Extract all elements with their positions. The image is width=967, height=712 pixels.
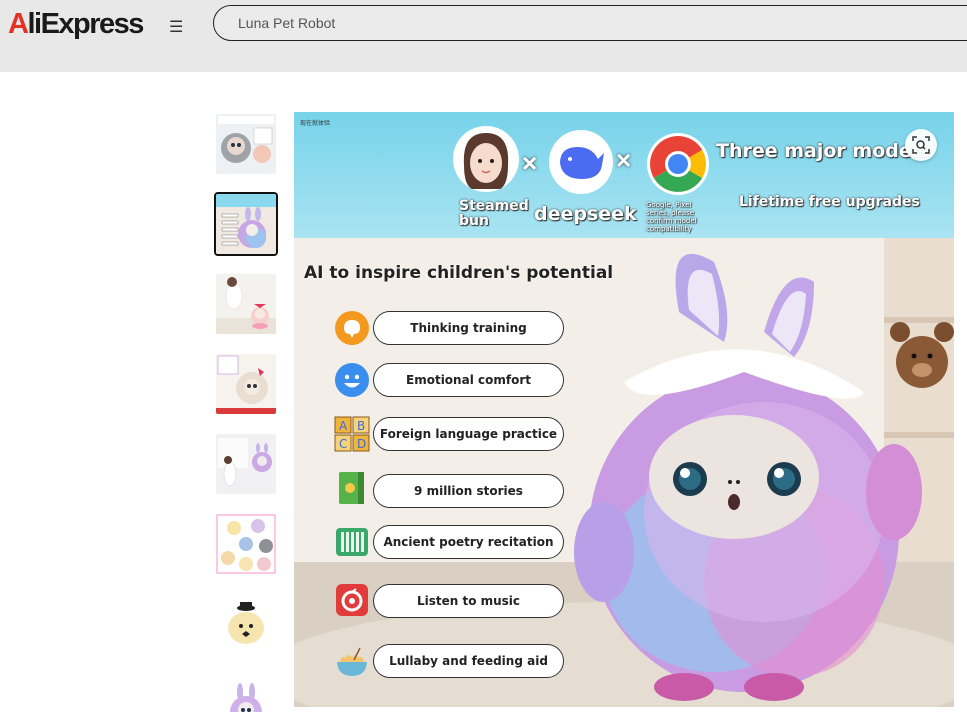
abcd-blocks-icon: A BC D	[334, 416, 370, 452]
thumbnail-8[interactable]	[216, 674, 276, 712]
brain-icon	[335, 311, 369, 345]
feature-pill-5: Ancient poetry recitation	[373, 525, 564, 559]
steamed-bun-avatar-icon	[453, 126, 519, 192]
svg-text:C: C	[339, 437, 347, 451]
times-sign-2: ×	[616, 145, 632, 175]
thumbnail-6[interactable]	[216, 514, 276, 574]
bowl-icon	[337, 647, 367, 676]
search-bar[interactable]	[213, 5, 967, 41]
chrome-logo-icon	[647, 133, 709, 195]
svg-text:D: D	[357, 437, 366, 451]
music-app-icon	[336, 584, 368, 616]
google-compatibility-note: Google, Pixel series, please confirm mod…	[646, 201, 697, 233]
product-main-image[interactable]: 现在就体验 Steamed bun × deepseek × Google, P…	[294, 112, 954, 707]
aliexpress-logo[interactable]: AliExpress	[8, 8, 144, 41]
thumbnail-1[interactable]	[216, 114, 276, 174]
svg-text:A: A	[339, 419, 348, 433]
feature-pill-6: Listen to music	[373, 584, 564, 618]
image-search-button[interactable]	[905, 129, 937, 161]
svg-text:B: B	[357, 419, 365, 433]
image-search-icon	[912, 136, 930, 154]
thumbnail-3[interactable]	[216, 274, 276, 334]
top-header: AliExpress ☰	[0, 0, 967, 72]
models-title: Three major models	[716, 140, 930, 162]
character-name: Steamed bun	[459, 198, 529, 229]
feature-pill-2: Emotional comfort	[373, 363, 564, 397]
feature-pill-3: Foreign language practice	[373, 417, 564, 451]
thumbnail-strip	[214, 112, 278, 712]
deepseek-whale-icon	[549, 130, 613, 194]
thumbnail-5[interactable]	[216, 434, 276, 494]
thumbnail-4[interactable]	[216, 354, 276, 414]
search-input[interactable]	[238, 6, 838, 39]
thumbnail-2[interactable]	[214, 192, 278, 256]
product-headline: AI to inspire children's potential	[304, 263, 614, 283]
models-subtitle: Lifetime free upgrades	[739, 194, 920, 210]
book-icon	[339, 472, 364, 504]
feature-pill-1: Thinking training	[373, 311, 564, 345]
times-sign-1: ×	[522, 148, 538, 178]
deepseek-label: deepseek	[534, 203, 637, 225]
smiley-icon	[335, 363, 369, 397]
bamboo-scroll-icon	[336, 528, 368, 556]
hamburger-menu-icon[interactable]: ☰	[169, 17, 183, 37]
logo-rest: liExpress	[27, 8, 144, 40]
feature-pill-7: Lullaby and feeding aid	[373, 644, 564, 678]
thumbnail-7[interactable]	[216, 594, 276, 654]
feature-pill-4: 9 million stories	[373, 474, 564, 508]
corner-tag: 现在就体验	[300, 121, 331, 127]
